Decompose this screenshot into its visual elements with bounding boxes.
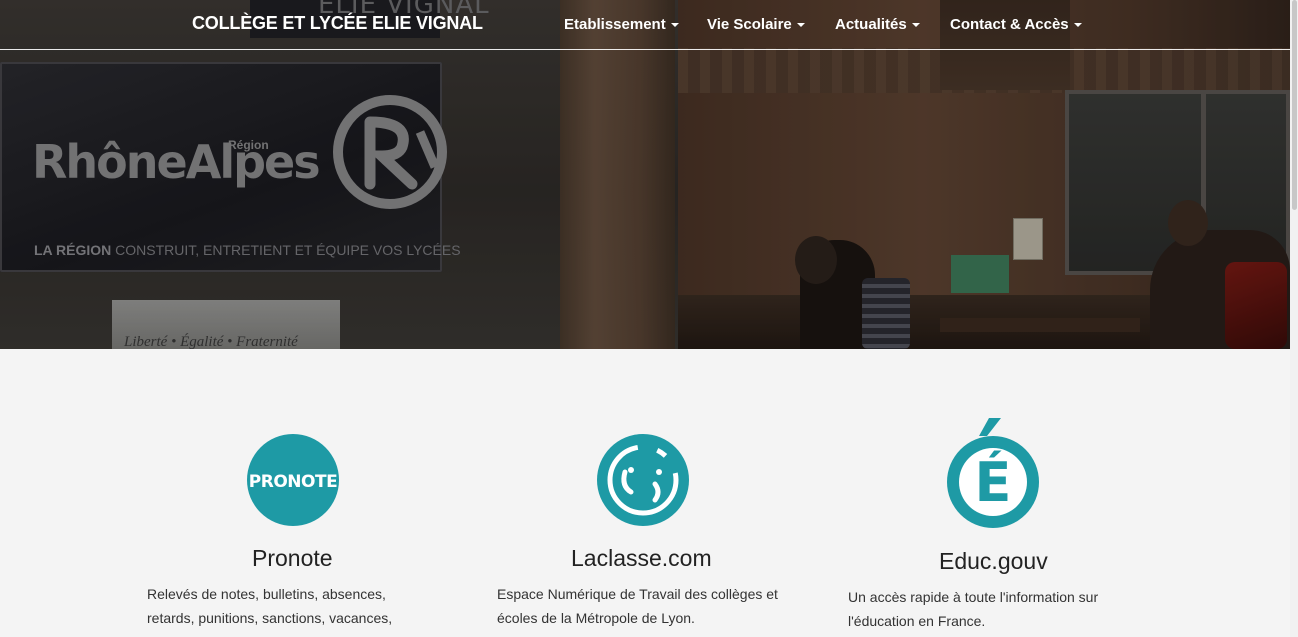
nav-item-label: Actualités: [835, 16, 907, 33]
education-icon-letter: É: [975, 451, 1012, 514]
laclasse-icon[interactable]: [597, 434, 689, 526]
pronote-icon[interactable]: PRONOTE: [247, 434, 339, 526]
caret-down-icon: [670, 23, 679, 28]
caret-down-icon: [796, 23, 805, 28]
nav-item-contact-acces[interactable]: Contact & Accès: [950, 16, 1082, 33]
nav-item-label: Contact & Accès: [950, 16, 1069, 33]
caret-down-icon: [1073, 23, 1082, 28]
page-scrollbar-thumb[interactable]: [1292, 0, 1297, 210]
hero-banner: ELIE VIGNAL RhôneAlpes Région LA RÉGION …: [0, 0, 1290, 349]
service-description-laclasse: Espace Numérique de Travail des collèges…: [497, 586, 778, 626]
pronote-icon-text: PRONOTE: [249, 472, 337, 492]
nav-item-vie-scolaire[interactable]: Vie Scolaire: [707, 16, 805, 33]
service-description-educ-gouv: Un accès rapide à toute l'information su…: [848, 589, 1099, 629]
service-title-educ-gouv[interactable]: Educ.gouv: [939, 548, 1048, 575]
top-navbar: COLLÈGE ET LYCÉE ELIE VIGNAL Etablisseme…: [0, 0, 1290, 50]
caret-down-icon: [911, 23, 920, 28]
education-icon[interactable]: É: [947, 416, 1039, 528]
nav-item-etablissement[interactable]: Etablissement: [564, 16, 679, 33]
site-brand-link[interactable]: COLLÈGE ET LYCÉE ELIE VIGNAL: [192, 13, 483, 34]
service-title-pronote[interactable]: Pronote: [252, 545, 333, 572]
hero-overlay: [0, 0, 1290, 349]
nav-item-label: Etablissement: [564, 16, 666, 33]
nav-item-actualites[interactable]: Actualités: [835, 16, 920, 33]
service-description-pronote: Relevés de notes, bulletins, absences, r…: [147, 586, 393, 626]
nav-item-label: Vie Scolaire: [707, 16, 792, 33]
service-title-laclasse[interactable]: Laclasse.com: [571, 545, 712, 572]
